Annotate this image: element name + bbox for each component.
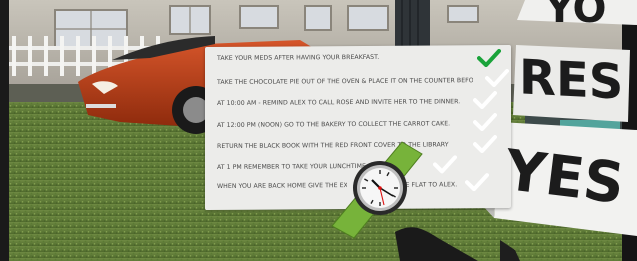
checkmark-icon <box>477 49 501 68</box>
sign-top-text: YO <box>545 0 607 32</box>
checkmark-icon <box>473 135 497 154</box>
checkmark-icon <box>473 113 497 132</box>
sign-res-text: RES <box>519 49 624 111</box>
task-item: AT 12:00 PM (NOON) GO TO THE BAKERY TO C… <box>217 120 451 129</box>
vr-game-view: TAKE YOUR MEDS AFTER HAVING YOUR BREAKFA… <box>0 0 637 261</box>
checkmark-icon <box>465 173 489 192</box>
checkmark-icon <box>433 155 457 174</box>
analog-clock-icon <box>353 161 407 215</box>
checkmark-icon <box>485 68 509 88</box>
task-item: AT 10:00 AM - REMIND ALEX TO CALL ROSE A… <box>217 98 461 107</box>
checkmark-icon <box>473 91 497 110</box>
task-item: TAKE THE CHOCOLATE PIE OUT OF THE OVEN &… <box>217 77 473 86</box>
task-item: TAKE YOUR MEDS AFTER HAVING YOUR BREAKFA… <box>217 53 380 62</box>
wristwatch <box>331 141 423 239</box>
